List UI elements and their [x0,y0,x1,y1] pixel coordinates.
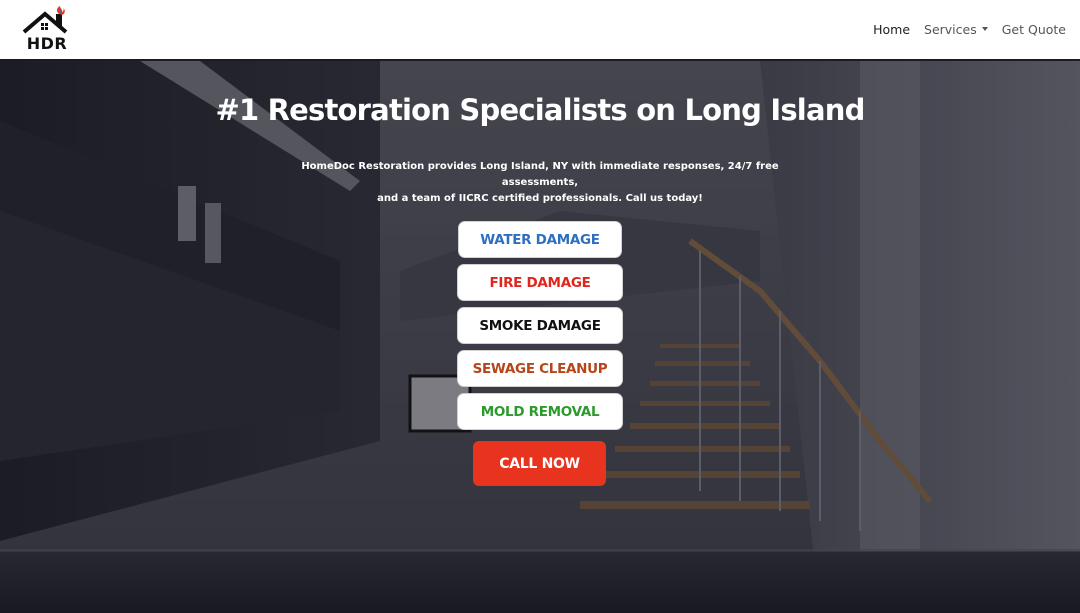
nav-home[interactable]: Home [873,22,910,37]
logo[interactable]: HDR [20,6,74,54]
nav-get-quote[interactable]: Get Quote [1002,22,1066,37]
navbar: HDR Home Services Get Quote [0,0,1080,60]
caret-down-icon [981,27,988,31]
hero: #1 Restoration Specialists on Long Islan… [0,61,1080,613]
fire-damage-button[interactable]: FIRE DAMAGE [457,264,623,301]
water-damage-button[interactable]: WATER DAMAGE [458,221,622,258]
sewage-cleanup-button[interactable]: SEWAGE CLEANUP [457,350,623,387]
logo-text: HDR [26,34,68,53]
hero-subtitle-line-2: and a team of IICRC certified profession… [377,193,703,204]
hero-subtitle-line-1: HomeDoc Restoration provides Long Island… [301,161,779,188]
house-flame-logo-icon [22,6,68,34]
smoke-damage-button[interactable]: SMOKE DAMAGE [457,307,623,344]
nav-services-label: Services [924,21,977,37]
call-now-button[interactable]: CALL NOW [473,441,606,486]
mold-removal-button[interactable]: MOLD REMOVAL [457,393,623,430]
nav-menu: Home Services Get Quote [859,0,1066,58]
hero-title: #1 Restoration Specialists on Long Islan… [215,93,865,127]
hero-subtitle: HomeDoc Restoration provides Long Island… [290,159,790,207]
nav-services[interactable]: Services [924,22,988,37]
